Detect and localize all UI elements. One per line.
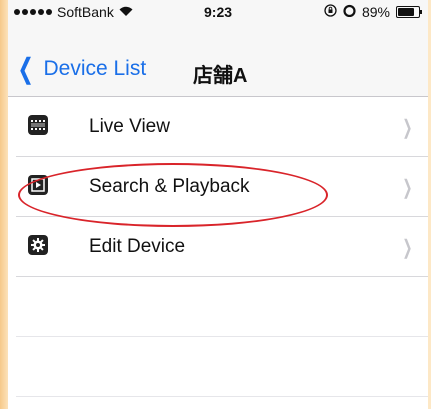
wifi-icon [119, 5, 133, 20]
menu-item-label: Live View [89, 116, 170, 137]
gear-icon [28, 235, 48, 255]
rotation-lock-icon [324, 4, 337, 20]
battery-percent: 89% [361, 4, 390, 20]
chevron-right-icon: ❯ [402, 177, 413, 199]
chevron-left-icon: ❮ [17, 53, 34, 84]
chevron-right-icon: ❯ [402, 117, 413, 139]
alarm-icon [343, 4, 356, 20]
menu-list: Live View ❯ Search & Playback ❯ Edit Dev… [8, 97, 428, 397]
status-time: 9:23 [204, 4, 233, 20]
status-right: 89% [324, 4, 422, 20]
empty-row [16, 337, 428, 397]
page-title: 店舗A [193, 65, 248, 87]
menu-item-live-view[interactable]: Live View ❯ [16, 97, 428, 157]
menu-item-edit-device[interactable]: Edit Device ❯ [16, 217, 428, 277]
empty-row [16, 277, 428, 337]
carrier-label: SoftBank [57, 4, 114, 20]
back-button[interactable]: ❮ Device List [14, 53, 147, 84]
signal-dots-icon [14, 9, 52, 15]
menu-item-search-playback[interactable]: Search & Playback ❯ [16, 157, 428, 217]
menu-item-label: Search & Playback [89, 176, 250, 197]
film-icon [28, 115, 48, 135]
battery-icon [396, 6, 422, 18]
back-label: Device List [43, 57, 147, 80]
phone-screen: SoftBank 9:23 89% ❮ Device List 店舗A Live… [8, 0, 428, 409]
status-bar: SoftBank 9:23 89% [8, 0, 428, 26]
chevron-right-icon: ❯ [402, 237, 413, 259]
menu-item-label: Edit Device [89, 236, 186, 257]
navigation-bar: ❮ Device List 店舗A [8, 26, 428, 97]
play-icon [28, 175, 48, 195]
carrier-signal: SoftBank [14, 4, 133, 20]
